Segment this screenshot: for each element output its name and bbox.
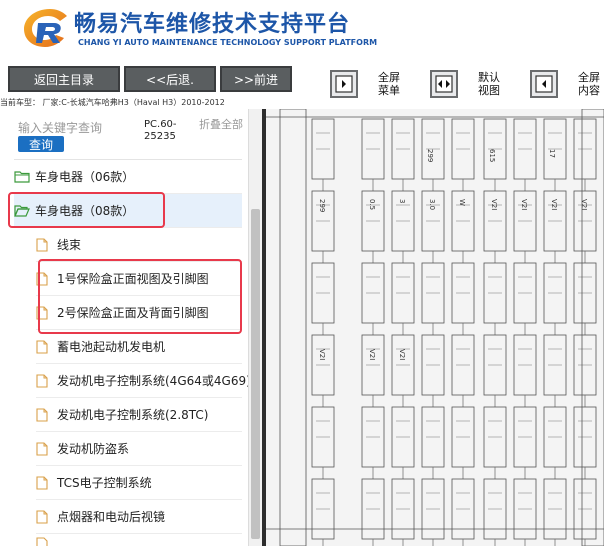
diagram-label: 299 [318,199,326,212]
logo-icon [24,9,67,47]
fullscreen-content-label: 全屏 内容 [578,71,600,97]
home-button[interactable]: 返回主目录 [8,66,120,92]
query-button[interactable]: 查询 [18,136,64,152]
search-area: 查询 PC.60-25235 折叠全部 [0,109,248,159]
platform-subtitle: CHANG YI AUTO MAINTENANCE TECHNOLOGY SUP… [78,38,378,47]
diagram-label: 17 [548,149,556,158]
diagram-label: V2I [520,199,528,210]
model-code: PC.60-25235 [144,119,177,142]
diagram-label: W [458,199,466,206]
header: 畅易汽车维修技术支持平台 CHANG YI AUTO MAINTENANCE T… [0,0,604,60]
diagram-label: V2I [550,199,558,210]
highlight-box-fuseboxes [38,259,242,334]
wiring-diagram-view[interactable]: 299 615 17 299 0.5 3 3.0 W V2I V2I V2I V2I V2I V2I V2I [262,109,604,546]
tree-folder-label: 车身电器（06款） [35,170,135,184]
document-icon [36,407,52,422]
folder-icon [14,170,30,184]
diagram-label: 299 [426,149,434,162]
highlight-box-folder [8,192,165,228]
document-icon [36,441,52,456]
diagram-label: 3.0 [428,199,436,210]
fold-all-button[interactable]: 折叠全部 [199,119,245,131]
scrollbar-thumb[interactable] [251,209,260,539]
fullscreen-content-button[interactable] [530,70,558,98]
document-icon [36,237,52,252]
forward-button[interactable]: >>前进 [220,66,292,92]
tree-item-wiring[interactable]: 线束 [36,228,242,262]
tree-item-engine-ecu-28tc[interactable]: 发动机电子控制系统(2.8TC) [36,398,242,432]
panel-right-icon [335,75,353,93]
tree-item-tcs[interactable]: TCS电子控制系统 [36,466,242,500]
tree-item-immobilizer[interactable]: 发动机防盗系 [36,432,242,466]
fullscreen-menu-button[interactable] [330,70,358,98]
diagram-label: V2I [580,199,588,210]
toolbar: 返回主目录 <<后退. >>前进 全屏 菜单 默认 视图 全屏 内容 [0,60,604,100]
tree-item-label: 蓄电池起动机发电机 [57,340,166,354]
diagram-label: V2I [318,349,326,360]
document-icon [36,373,52,388]
panel-left-icon [535,75,553,93]
wiring-diagram-canvas: 299 615 17 299 0.5 3 3.0 W V2I V2I V2I V2I V2I V2I V2I [262,109,604,546]
document-icon [36,339,52,354]
diagram-frame [262,109,266,546]
search-input[interactable] [18,119,126,137]
back-button[interactable]: <<后退. [124,66,216,92]
diagram-label: V2I [368,349,376,360]
tree-item-label: 发动机电子控制系统(2.8TC) [57,408,209,422]
platform-title: 畅易汽车维修技术支持平台 [74,12,351,37]
diagram-label: 3 [398,199,406,203]
tree-item-partial[interactable] [36,534,242,546]
tree-folder-06[interactable]: 车身电器（06款） [14,160,242,194]
diagram-label: V2I [490,199,498,210]
document-icon [36,475,52,490]
tree-item-label: TCS电子控制系统 [57,476,152,490]
default-view-label: 默认 视图 [478,71,500,97]
tree-item-label: 发动机防盗系 [57,442,130,456]
diagram-label: 0.5 [368,199,376,210]
tree-item-battery-starter[interactable]: 蓄电池起动机发电机 [36,330,242,364]
document-icon [36,509,52,524]
tree-item-label: 线束 [57,238,82,252]
tree-item-lighter-mirror[interactable]: 点烟器和电动后视镜 [36,500,242,534]
document-icon [36,537,52,546]
default-view-button[interactable] [430,70,458,98]
fullscreen-menu-label: 全屏 菜单 [378,71,400,97]
tree-item-label: 发动机电子控制系统(4G64或4G69) [57,374,251,388]
tree-item-engine-ecu-4g[interactable]: 发动机电子控制系统(4G64或4G69) [36,364,251,398]
tree-scrollbar[interactable] [248,109,262,546]
diagram-label: 615 [488,149,496,162]
left-navigation-panel: 查询 PC.60-25235 折叠全部 车身电器（06款） 车身电器（08款） … [0,109,262,546]
diagram-label: V2I [398,349,406,360]
split-view-icon [435,75,453,93]
tree-item-label: 点烟器和电动后视镜 [57,510,166,524]
current-car-info: 当前车型： 厂家:C-长城汽车哈弗H3（Haval H3）2010-2012 [0,98,225,107]
